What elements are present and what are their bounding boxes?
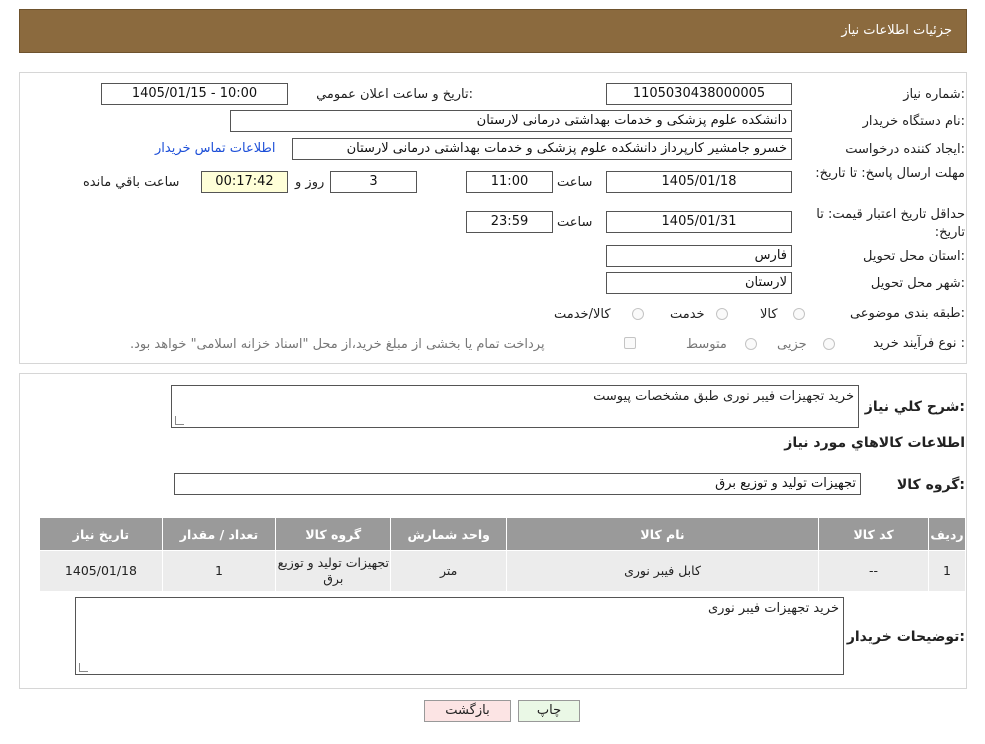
need-number-label: شماره نیاز: [903,87,965,102]
requester-field: خسرو جامشیر کارپرداز دانشکده علوم پزشکی … [292,138,792,160]
buyer-notes-text: خرید تجهیزات فیبر نوری [707,601,839,616]
cell-row: 1 [928,550,966,592]
buyer-org-field: دانشکده علوم پزشکی و خدمات بهداشتی درمان… [230,110,792,132]
validity-time-label: ساعت [557,215,593,230]
cell-code: -- [818,550,930,592]
city-label: شهر محل تحویل: [870,276,965,291]
buyer-org-label: نام دستگاه خريدار: [862,114,965,129]
print-button[interactable]: چاپ [518,700,580,722]
remaining-timer: 00:17:42 [201,171,288,193]
buyer-contact-link[interactable]: اطلاعات تماس خریدار [155,141,275,156]
announce-label: تاريخ و ساعت اعلان عمومي: [316,87,473,102]
cell-group: تجهیزات تولید و توزیع برق [275,550,392,592]
payment-note: پرداخت تمام یا بخشی از مبلغ خرید،از محل … [130,337,545,352]
col-name-header: نام کالا [505,517,820,551]
city-field: لارستان [606,272,792,294]
process-medium-label: متوسط [686,337,727,352]
description-textarea[interactable]: خرید تجهیزات فیبر نوری طبق مشخصات پیوست [171,385,859,428]
province-field: فارس [606,245,792,267]
days-field: 3 [330,171,417,193]
buyer-notes-textarea[interactable]: خرید تجهیزات فیبر نوری [75,597,844,675]
category-both-label: کالا/خدمت [554,307,611,322]
deadline-time-field: 11:00 [466,171,553,193]
goods-group-label: گروه کالا: [896,477,965,493]
process-medium-radio[interactable] [745,338,757,350]
province-label: استان محل تحویل: [863,249,965,264]
category-both-radio[interactable] [632,308,644,320]
table-row: 1 -- کابل فیبر نوری متر تجهیزات تولید و … [39,550,966,592]
category-service-label: خدمت [670,307,705,322]
col-unit-header: واحد شمارش [390,517,507,551]
goods-info-title: اطلاعات کالاهاي مورد نياز [784,435,965,451]
validity-date-field: 1405/01/31 [606,211,792,233]
days-label: روز و [295,175,325,190]
goods-group-field: تجهیزات تولید و توزیع برق [174,473,861,495]
category-service-radio[interactable] [716,308,728,320]
deadline-date-field: 1405/01/18 [606,171,792,193]
validity-time-field: 23:59 [466,211,553,233]
process-minor-label: جزیی [777,337,807,352]
category-goods-label: کالا [760,307,778,322]
category-goods-radio[interactable] [793,308,805,320]
cell-qty: 1 [161,550,277,592]
remaining-label: ساعت باقي مانده [83,175,180,190]
goods-table: رديف کد کالا نام کالا واحد شمارش گروه کا… [39,517,966,592]
description-label: شرح کلي نياز: [864,399,965,415]
cell-unit: متر [390,550,507,592]
page-header: جزئیات اطلاعات نیاز [19,9,967,53]
col-row-header: رديف [928,517,966,551]
need-number-field: 1105030438000005 [606,83,792,105]
treasury-payment-checkbox[interactable] [624,337,636,349]
description-text: خرید تجهیزات فیبر نوری طبق مشخصات پیوست [593,389,854,404]
deadline-time-label: ساعت [557,175,593,190]
resize-grip-icon[interactable] [175,416,184,425]
page-title: جزئیات اطلاعات نیاز [841,23,952,38]
col-group-header: گروه کالا [275,517,392,551]
back-button[interactable]: بازگشت [424,700,511,722]
validity-label: حداقل تاریخ اعتبار قیمت: تا تاریخ: [816,207,965,240]
cell-name: کابل فیبر نوری [505,550,820,592]
process-minor-radio[interactable] [823,338,835,350]
resize-grip-icon[interactable] [79,663,88,672]
process-label: نوع فرآیند خرید : [873,336,965,351]
buyer-notes-label: توضیحات خریدار: [846,629,965,645]
col-date-header: تاريخ نياز [39,517,163,551]
col-code-header: کد کالا [818,517,930,551]
category-label: طبقه بندی موضوعی: [849,306,965,321]
table-header-row: رديف کد کالا نام کالا واحد شمارش گروه کا… [39,517,966,551]
requester-label: ایجاد کننده درخواست: [845,142,965,157]
col-qty-header: تعداد / مقدار [161,517,277,551]
announce-field: 1405/01/15 - 10:00 [101,83,288,105]
cell-date: 1405/01/18 [39,550,163,592]
deadline-label: مهلت ارسال پاسخ: تا تاریخ: [815,166,965,181]
